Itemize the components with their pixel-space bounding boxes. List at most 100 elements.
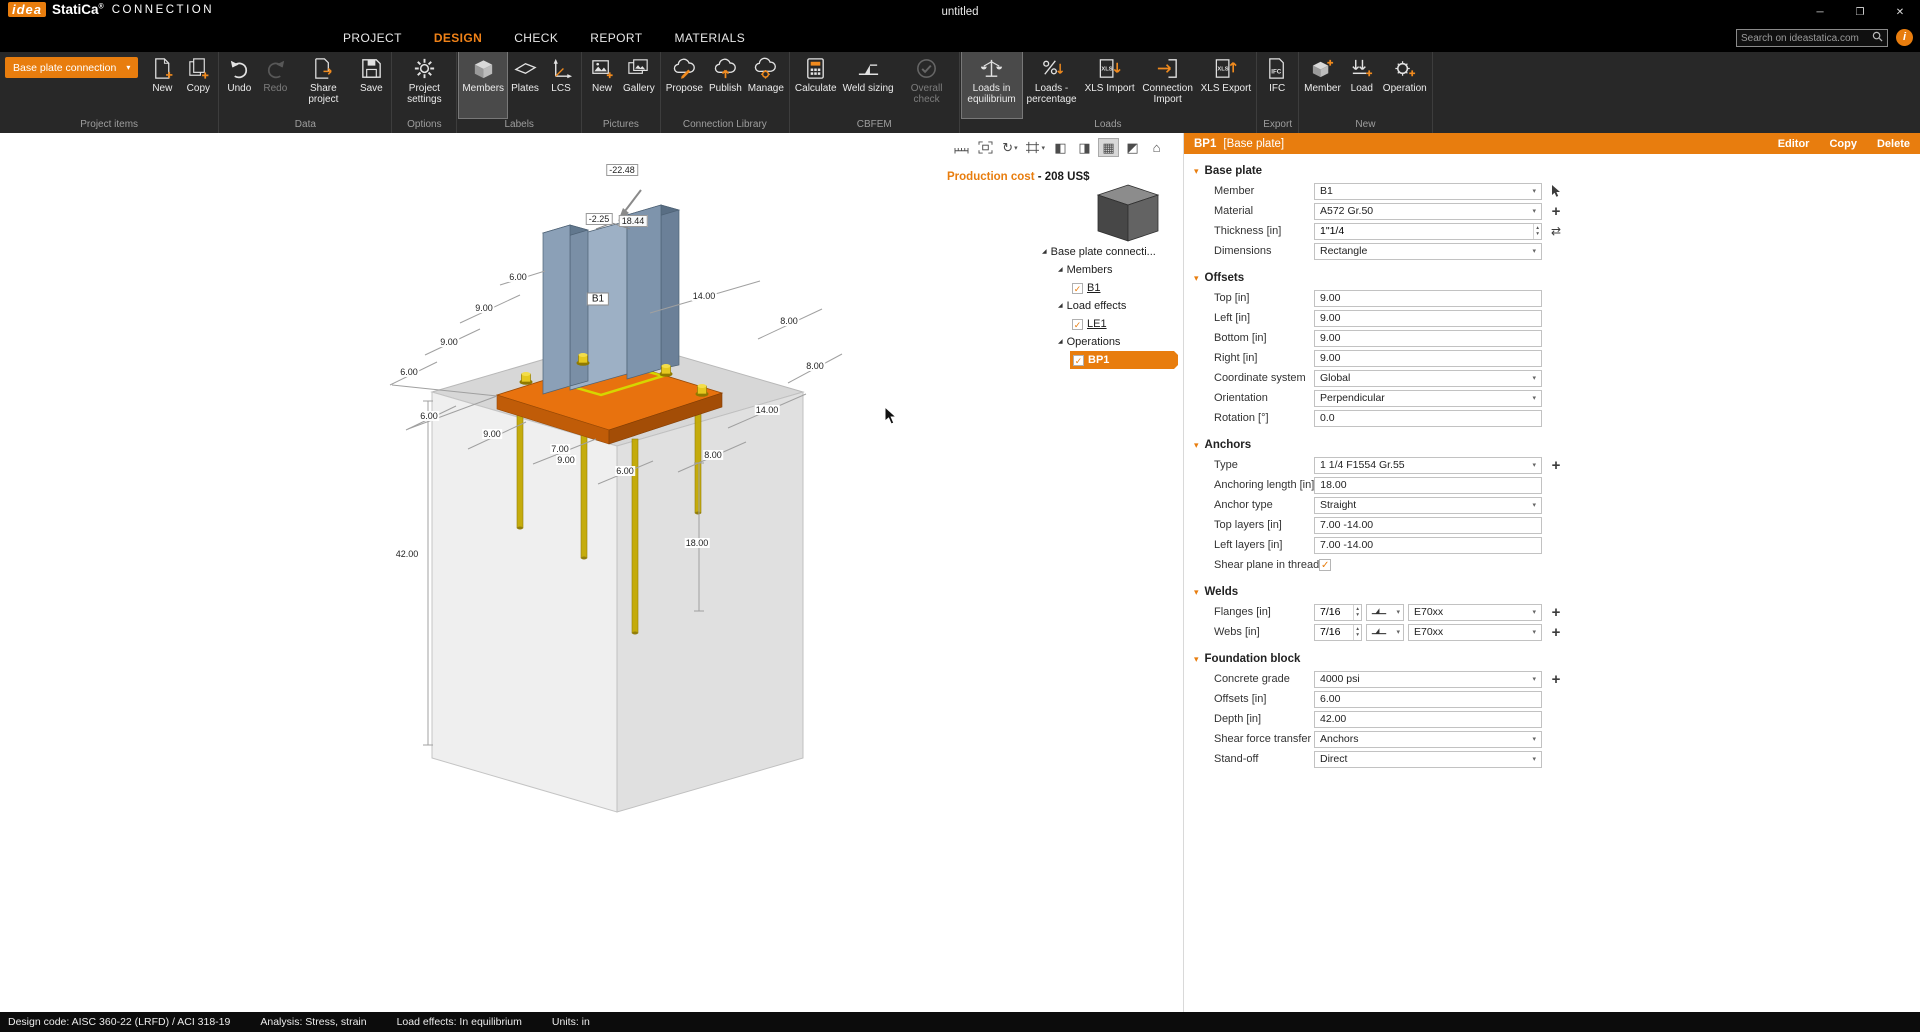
tree-expand-icon[interactable]: ◢ bbox=[1042, 243, 1047, 261]
search-icon[interactable] bbox=[1872, 29, 1883, 47]
flanges-in-size-stepper[interactable]: 7/16▴▾ bbox=[1314, 604, 1362, 621]
right-in-input[interactable] bbox=[1314, 350, 1542, 367]
plates-button[interactable]: Plates bbox=[507, 52, 543, 118]
lcs-button[interactable]: LCS bbox=[543, 52, 579, 118]
view-transparent-icon[interactable]: ▦ bbox=[1099, 139, 1118, 156]
tree-group-members[interactable]: ◢Members bbox=[1042, 261, 1176, 279]
view-rotate-icon[interactable]: ↻▾ bbox=[1000, 139, 1019, 156]
concrete-grade-select[interactable]: 4000 psi▾ bbox=[1314, 671, 1542, 688]
add-webs-in-icon[interactable]: + bbox=[1548, 624, 1564, 640]
propose-button[interactable]: Propose bbox=[663, 52, 706, 118]
offsets-in-input[interactable] bbox=[1314, 691, 1542, 708]
maximize-button[interactable]: ❐ bbox=[1840, 0, 1880, 24]
bottom-in-input[interactable] bbox=[1314, 330, 1542, 347]
3d-viewport[interactable]: -22.48-2.2518.446.0014.009.009.006.008.0… bbox=[0, 133, 1178, 1012]
tree-item-bp1[interactable]: ✓BP1 bbox=[1070, 351, 1174, 369]
orientation-select[interactable]: Perpendicular▾ bbox=[1314, 390, 1542, 407]
swap-icon[interactable]: ⇄ bbox=[1548, 223, 1564, 239]
spinner-arrows[interactable]: ▴▾ bbox=[1353, 605, 1361, 620]
left-in-input[interactable] bbox=[1314, 310, 1542, 327]
connection-type-dropdown[interactable]: Base plate connection▾ bbox=[5, 57, 138, 78]
new-button[interactable]: New bbox=[584, 52, 620, 118]
section-header[interactable]: ▾Offsets bbox=[1184, 268, 1920, 288]
tab-design[interactable]: DESIGN bbox=[423, 24, 493, 52]
load-button[interactable]: Load bbox=[1344, 52, 1380, 118]
minimize-button[interactable]: ─ bbox=[1800, 0, 1840, 24]
tree-root[interactable]: ◢Base plate connecti... bbox=[1042, 243, 1176, 261]
members-button[interactable]: Members bbox=[459, 52, 507, 118]
add-concrete-grade-icon[interactable]: + bbox=[1548, 671, 1564, 687]
member-label[interactable]: B1 bbox=[587, 293, 609, 306]
anchoring-length-in-input[interactable] bbox=[1314, 477, 1542, 494]
member-select[interactable]: B1▾ bbox=[1314, 183, 1542, 200]
tree-expand-icon[interactable]: ◢ bbox=[1058, 297, 1063, 315]
measure-tool-icon[interactable] bbox=[952, 139, 971, 156]
ifc-button[interactable]: IFCIFC bbox=[1259, 52, 1295, 118]
material-select[interactable]: A572 Gr.50▾ bbox=[1314, 203, 1542, 220]
shear-force-transfer-select[interactable]: Anchors▾ bbox=[1314, 731, 1542, 748]
tree-group-operations[interactable]: ◢Operations bbox=[1042, 333, 1176, 351]
member-button[interactable]: Member bbox=[1301, 52, 1344, 118]
shear-plane-in-thread-checkbox[interactable]: ✓ bbox=[1319, 559, 1331, 571]
section-header[interactable]: ▾Base plate bbox=[1184, 161, 1920, 181]
column-member[interactable] bbox=[543, 205, 679, 394]
left-layers-in-input[interactable] bbox=[1314, 537, 1542, 554]
anchor-type-select[interactable]: Straight▾ bbox=[1314, 497, 1542, 514]
gallery-button[interactable]: Gallery bbox=[620, 52, 658, 118]
spinner-arrows[interactable]: ▴▾ bbox=[1533, 224, 1541, 239]
xls-export-button[interactable]: XLSXLS Export bbox=[1198, 52, 1255, 118]
view-wireframe-icon[interactable]: ◧ bbox=[1051, 139, 1070, 156]
view-solid-icon[interactable]: ◩ bbox=[1123, 139, 1142, 156]
add-flanges-in-icon[interactable]: + bbox=[1548, 604, 1564, 620]
tree-item-b1[interactable]: ✓B1 bbox=[1042, 279, 1176, 297]
tree-expand-icon[interactable]: ◢ bbox=[1058, 333, 1063, 351]
checkbox-icon[interactable]: ✓ bbox=[1072, 283, 1083, 294]
project-settings-button[interactable]: Project settings bbox=[394, 52, 454, 118]
checkbox-icon[interactable]: ✓ bbox=[1072, 319, 1083, 330]
copy-button[interactable]: Copy bbox=[1829, 138, 1857, 150]
add-material-icon[interactable]: + bbox=[1548, 203, 1564, 219]
close-button[interactable]: ✕ bbox=[1880, 0, 1920, 24]
tab-materials[interactable]: MATERIALS bbox=[663, 24, 756, 52]
section-header[interactable]: ▾Foundation block bbox=[1184, 649, 1920, 669]
checkbox-icon[interactable]: ✓ bbox=[1073, 355, 1084, 366]
add-type-icon[interactable]: + bbox=[1548, 457, 1564, 473]
operation-button[interactable]: Operation bbox=[1380, 52, 1430, 118]
webs-in-material-select[interactable]: E70xx▾ bbox=[1408, 624, 1542, 641]
spinner-arrows[interactable]: ▴▾ bbox=[1353, 625, 1361, 640]
home-view-icon[interactable]: ⌂ bbox=[1147, 139, 1166, 156]
top-in-input[interactable] bbox=[1314, 290, 1542, 307]
overall-check-button[interactable]: Overall check bbox=[897, 52, 957, 118]
share-project-button[interactable]: Share project bbox=[293, 52, 353, 118]
tree-group-load-effects[interactable]: ◢Load effects bbox=[1042, 297, 1176, 315]
3d-scene[interactable] bbox=[0, 133, 1178, 1012]
redo-button[interactable]: Redo bbox=[257, 52, 293, 118]
search-input[interactable] bbox=[1741, 33, 1869, 44]
section-header[interactable]: ▾Welds bbox=[1184, 582, 1920, 602]
tree-expand-icon[interactable]: ◢ bbox=[1058, 261, 1063, 279]
save-button[interactable]: Save bbox=[353, 52, 389, 118]
loads-in-equilibrium-button[interactable]: Loads in equilibrium bbox=[962, 52, 1022, 118]
pick-member-icon[interactable] bbox=[1548, 183, 1564, 199]
manage-button[interactable]: Manage bbox=[745, 52, 787, 118]
weld-sizing-button[interactable]: Weld sizing bbox=[840, 52, 897, 118]
tab-project[interactable]: PROJECT bbox=[332, 24, 413, 52]
loads-percentage-button[interactable]: Loads - percentage bbox=[1022, 52, 1082, 118]
tab-check[interactable]: CHECK bbox=[503, 24, 569, 52]
section-header[interactable]: ▾Anchors bbox=[1184, 435, 1920, 455]
weld-type-dropdown[interactable]: ▾ bbox=[1366, 604, 1404, 621]
top-layers-in-input[interactable] bbox=[1314, 517, 1542, 534]
delete-button[interactable]: Delete bbox=[1877, 138, 1910, 150]
depth-in-input[interactable] bbox=[1314, 711, 1542, 728]
stand-off-select[interactable]: Direct▾ bbox=[1314, 751, 1542, 768]
type-select[interactable]: 1 1/4 F1554 Gr.55▾ bbox=[1314, 457, 1542, 474]
thickness-in-stepper[interactable]: 1"1/4▴▾ bbox=[1314, 223, 1542, 240]
dimensions-select[interactable]: Rectangle▾ bbox=[1314, 243, 1542, 260]
editor-button[interactable]: Editor bbox=[1778, 138, 1810, 150]
zoom-fit-icon[interactable] bbox=[976, 139, 995, 156]
weld-type-dropdown[interactable]: ▾ bbox=[1366, 624, 1404, 641]
new-button[interactable]: New bbox=[144, 52, 180, 118]
coordinate-system-select[interactable]: Global▾ bbox=[1314, 370, 1542, 387]
publish-button[interactable]: Publish bbox=[706, 52, 745, 118]
rotation-input[interactable] bbox=[1314, 410, 1542, 427]
